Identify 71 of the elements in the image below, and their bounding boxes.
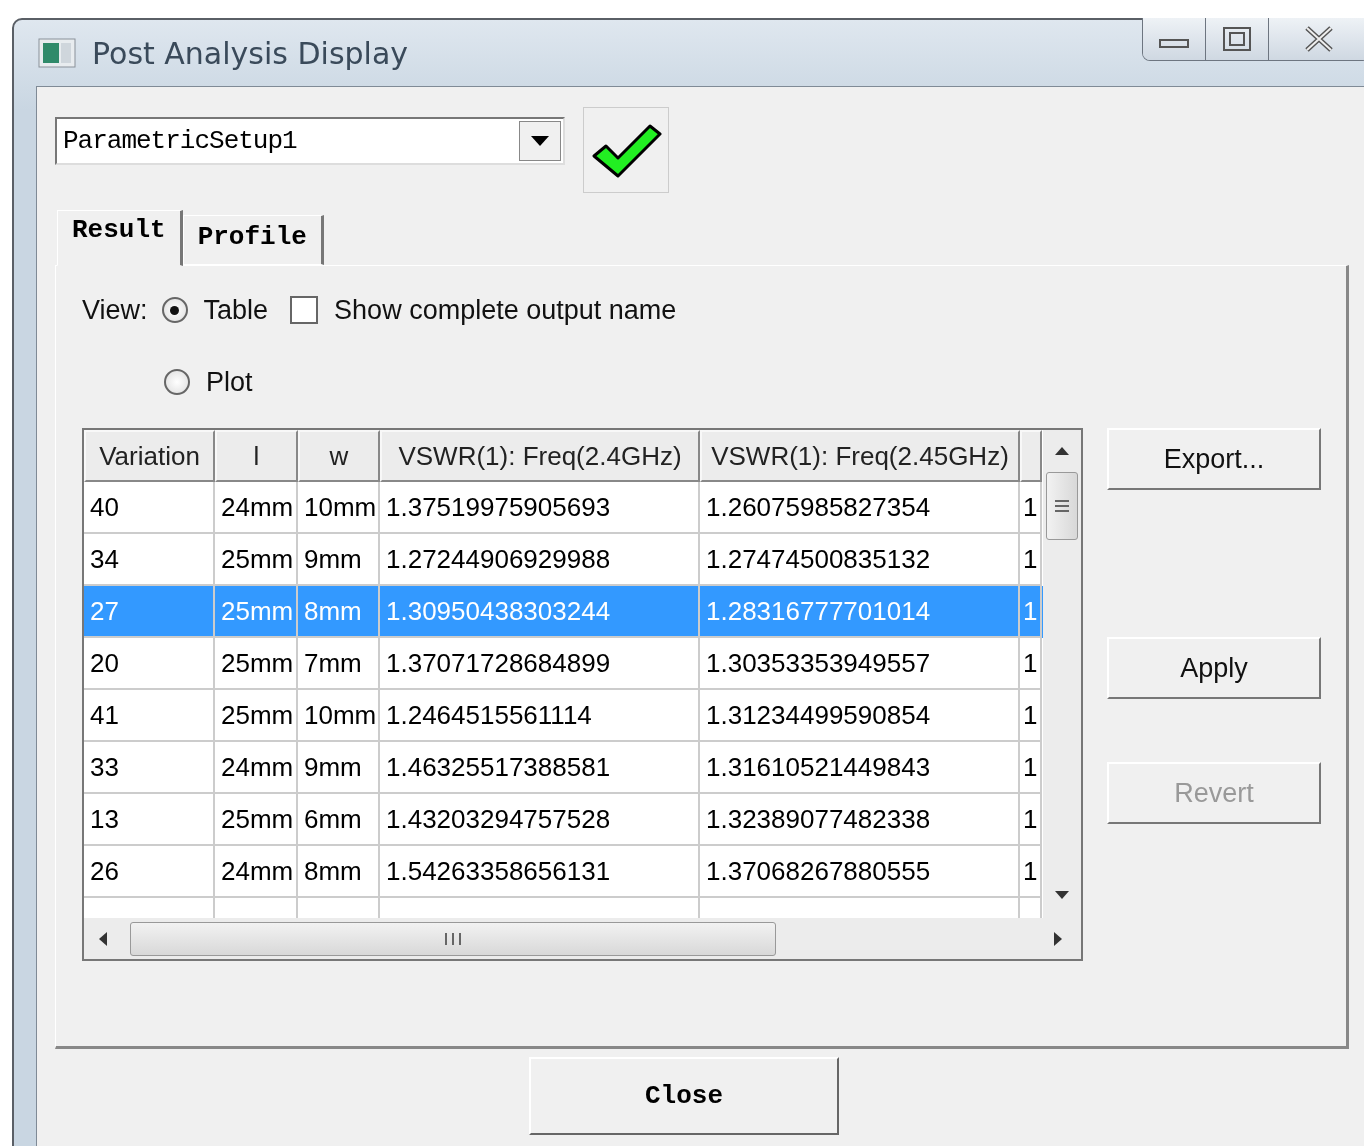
table-cell: 25mm: [215, 638, 298, 690]
dropdown-arrow-icon: [530, 135, 550, 147]
column-header[interactable]: VSWR(1): Freq(2.4GHz): [380, 430, 700, 482]
table-cell: 1.2464515561114: [380, 690, 700, 742]
grip-icon: [443, 931, 463, 946]
checkbox-option[interactable]: Show complete output name: [290, 294, 677, 326]
minimize-button[interactable]: [1143, 18, 1206, 60]
table-cell: 24mm: [215, 846, 298, 898]
table-cell: 1.30950438303244: [380, 586, 700, 638]
table-cell: 1.54263358656131: [380, 846, 700, 898]
table-cell: 7mm: [298, 638, 380, 690]
table-cell: 1.37068267880555: [700, 846, 1020, 898]
column-header[interactable]: [1020, 430, 1042, 482]
close-icon: [1304, 26, 1334, 52]
vertical-scrollbar[interactable]: [1043, 430, 1081, 918]
grip-icon: [1054, 499, 1070, 513]
table-cell: 27: [84, 586, 215, 638]
table-cell: 1.32389077482338: [700, 794, 1020, 846]
table-row[interactable]: 40 24mm 10mm 1.37519975905693 1.26075985827354 1: [84, 482, 1043, 534]
table-cell: 20: [84, 638, 215, 690]
table-cell: 33: [84, 742, 215, 794]
table-cell: 10mm: [298, 482, 380, 534]
action-button[interactable]: Export...: [1107, 428, 1321, 490]
table-cell: 1.31610521449843: [700, 742, 1020, 794]
view-label: View:: [82, 294, 148, 326]
column-header[interactable]: l: [215, 430, 298, 482]
horizontal-scrollbar[interactable]: [84, 918, 1081, 959]
table-row[interactable]: 26 24mm 8mm 1.54263358656131 1.37068267880555 1: [84, 846, 1043, 898]
table-cell: 1.46325517388581: [380, 742, 700, 794]
column-header[interactable]: w: [298, 430, 380, 482]
table-cell: 10mm: [298, 690, 380, 742]
window-icon: [38, 38, 76, 68]
window-title: Post Analysis Display: [92, 35, 409, 71]
table-cell: 1.37071728684899: [380, 638, 700, 690]
table-cell: 6mm: [298, 794, 380, 846]
table-cell: 13: [84, 794, 215, 846]
tab[interactable]: Result: [57, 210, 183, 266]
close-button[interactable]: Close: [529, 1057, 839, 1135]
radio-option[interactable]: Table: [161, 294, 269, 326]
action-button[interactable]: Apply: [1107, 637, 1321, 699]
table-cell: 8mm: [298, 846, 380, 898]
maximize-button[interactable]: [1206, 18, 1269, 60]
table-cell: 24mm: [215, 482, 298, 534]
table-cell: 1.43203294757528: [380, 794, 700, 846]
table-cell: 1.26075985827354: [700, 482, 1020, 534]
table-cell: 1.28316777701014: [700, 586, 1020, 638]
table-cell: 8mm: [298, 586, 380, 638]
table-cell: 25mm: [215, 794, 298, 846]
column-header[interactable]: Variation: [84, 430, 215, 482]
table-row[interactable]: 33 24mm 9mm 1.46325517388581 1.31610521449843 1: [84, 742, 1043, 794]
radio-option[interactable]: Plot: [164, 366, 253, 398]
table-cell: 40: [84, 482, 215, 534]
maximize-icon: [1222, 26, 1252, 52]
setup-dropdown[interactable]: ParametricSetup1: [55, 117, 565, 165]
table-cell: 25mm: [215, 586, 298, 638]
table-cell: 1.30353353949557: [700, 638, 1020, 690]
table-cell: 25mm: [215, 690, 298, 742]
table-cell: 24mm: [215, 742, 298, 794]
table-cell: 1.31234499590854: [700, 690, 1020, 742]
tab[interactable]: Profile: [182, 215, 324, 265]
table-row[interactable]: 20 25mm 7mm 1.37071728684899 1.30353353949557 1: [84, 638, 1043, 690]
table-cell: 26: [84, 846, 215, 898]
table-row[interactable]: 13 25mm 6mm 1.43203294757528 1.32389077482338 1: [84, 794, 1043, 846]
table-cell: 41: [84, 690, 215, 742]
minimize-icon: [1159, 38, 1189, 48]
table-cell: 1.37519975905693: [380, 482, 700, 534]
close-window-button[interactable]: [1269, 18, 1364, 60]
apply-check-button[interactable]: [583, 107, 669, 193]
table-cell: 9mm: [298, 742, 380, 794]
column-header[interactable]: VSWR(1): Freq(2.45GHz): [700, 430, 1020, 482]
table-row[interactable]: 41 25mm 10mm 1.2464515561114 1.31234499590854 1: [84, 690, 1043, 742]
